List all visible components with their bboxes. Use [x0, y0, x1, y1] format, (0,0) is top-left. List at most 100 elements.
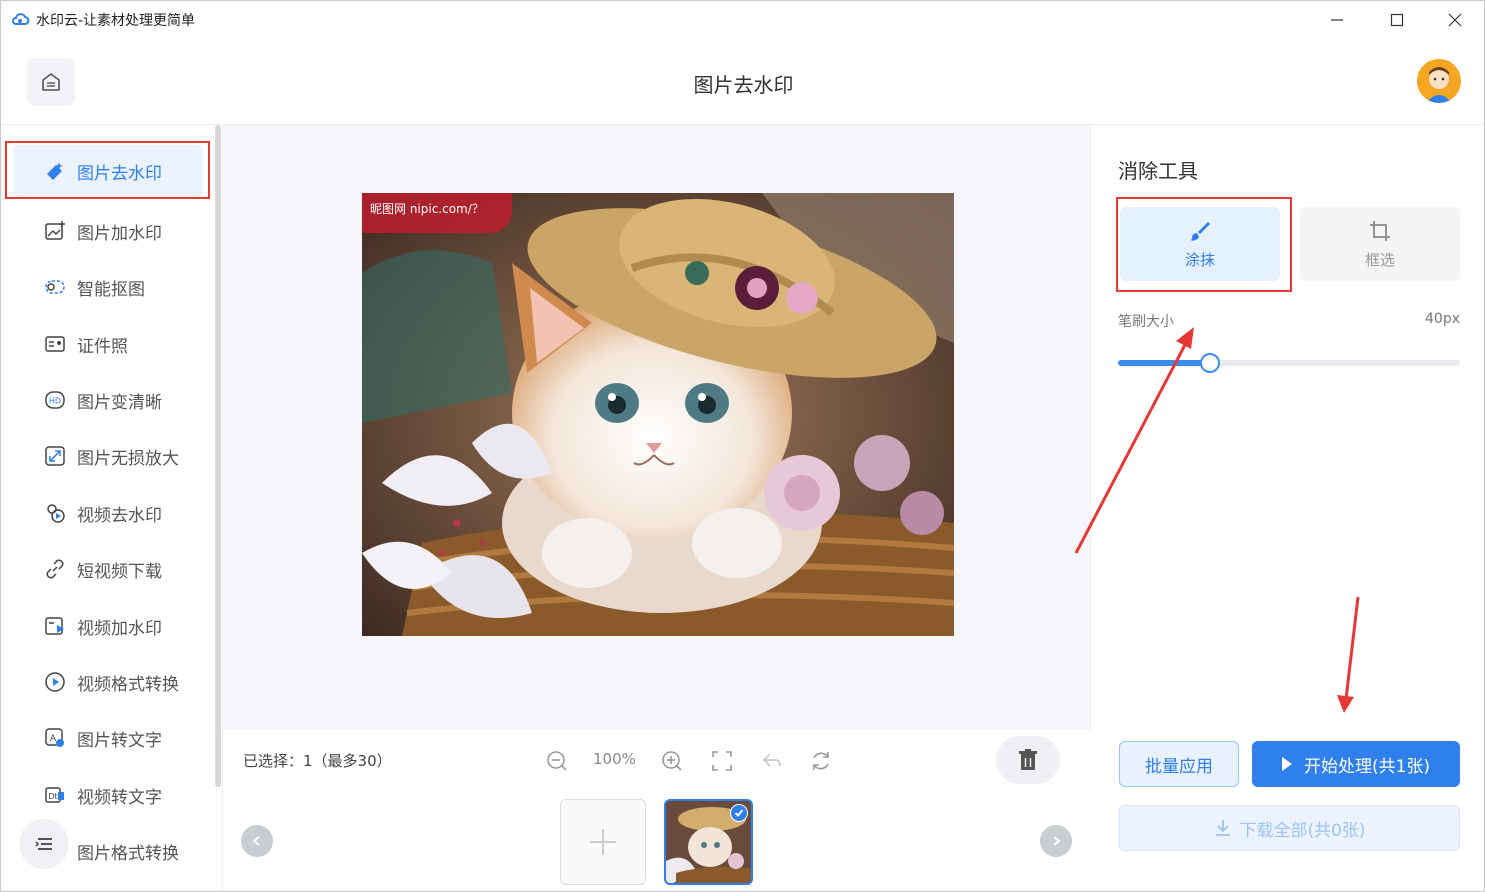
start-processing-label: 开始处理(共1张)	[1303, 756, 1431, 777]
sidebar-item-label: 图片无损放大	[77, 448, 179, 469]
brush-size-slider[interactable]	[1118, 353, 1460, 373]
canvas-toolbar: 已选择：1（最多30） 100%	[223, 730, 1092, 792]
sidebar-item-label: 图片变清晰	[77, 392, 162, 413]
collapse-menu-button[interactable]	[19, 819, 69, 869]
zoom-in-icon	[662, 751, 682, 771]
sidebar-item-label: 图片转文字	[77, 730, 162, 751]
prev-thumbnail-button[interactable]	[241, 825, 273, 857]
sidebar-item-lossless-enlarge[interactable]: 图片无损放大	[1, 428, 211, 484]
id-card-icon	[43, 332, 67, 356]
sidebar-scrollbar[interactable]	[215, 125, 221, 787]
fullscreen-icon	[712, 751, 732, 771]
chevron-right-icon	[1053, 836, 1061, 846]
trash-icon	[1019, 749, 1037, 770]
play-circle-icon	[43, 670, 67, 694]
sidebar-item-image-add-watermark[interactable]: 图片加水印	[1, 203, 211, 259]
highlight-annotation-box	[1116, 197, 1292, 292]
sidebar-item-smart-cutout[interactable]: 智能抠图	[1, 259, 211, 315]
sidebar-item-label: 短视频下载	[77, 561, 162, 582]
sidebar-item-label: 视频去水印	[77, 505, 162, 526]
sidebar-item-image-enhance[interactable]: HD 图片变清晰	[1, 372, 211, 428]
highlight-annotation-box	[5, 141, 210, 199]
fit-screen-button[interactable]	[708, 747, 736, 775]
page-title: 图片去水印	[693, 73, 794, 97]
refresh-icon	[813, 752, 829, 770]
image-canvas[interactable]: 昵图网 nipic.com/？	[223, 125, 1092, 730]
sidebar: 图片去水印 图片加水印 智能抠图 证件照 HD 图片变清晰 图片无损放大 视频去…	[1, 125, 223, 891]
sidebar-item-video-add-watermark[interactable]: 视频加水印	[1, 598, 211, 654]
undo-icon	[762, 753, 781, 767]
cutout-icon	[43, 275, 67, 299]
minimize-icon	[1331, 19, 1343, 21]
minimize-button[interactable]	[1307, 1, 1367, 39]
image-add-icon	[43, 219, 67, 243]
play-icon	[1281, 757, 1292, 771]
sidebar-item-video-remove-watermark[interactable]: 视频去水印	[1, 485, 211, 541]
selection-count: 已选择：1（最多30）	[243, 752, 392, 770]
close-button[interactable]	[1425, 1, 1484, 39]
image-thumbnail[interactable]	[664, 799, 753, 885]
sidebar-item-label: 图片加水印	[77, 223, 162, 244]
video-eraser-icon	[43, 501, 67, 525]
thumbnail-strip	[223, 792, 1092, 891]
cloud-logo-icon	[12, 13, 30, 25]
sidebar-item-video-to-text[interactable]: Dt 视频转文字	[1, 767, 211, 823]
kitten-photo[interactable]: 昵图网 nipic.com/？	[362, 193, 954, 636]
delete-button[interactable]	[996, 736, 1060, 784]
video-text-icon: Dt	[43, 783, 67, 807]
tool-box-select-button[interactable]: 框选	[1300, 207, 1460, 281]
watermark-badge: 昵图网 nipic.com/？	[362, 193, 512, 233]
sidebar-item-label: 视频加水印	[77, 618, 162, 639]
panel-title: 消除工具	[1118, 159, 1198, 183]
download-all-button[interactable]: 下载全部(共0张)	[1119, 805, 1460, 851]
menu-collapse-icon	[35, 838, 52, 850]
title-bar: 水印云-让素材处理更简单	[1, 1, 1484, 39]
zoom-in-button[interactable]	[658, 747, 686, 775]
reset-button[interactable]	[807, 747, 835, 775]
sidebar-item-image-to-text[interactable]: A 图片转文字	[1, 710, 211, 766]
plus-icon	[590, 829, 616, 855]
brush-size-value: 40px	[1425, 311, 1460, 327]
tool-box-select-label: 框选	[1364, 250, 1395, 269]
avatar[interactable]	[1417, 59, 1461, 103]
video-add-icon	[43, 614, 67, 638]
crop-icon	[1370, 220, 1390, 241]
slider-handle[interactable]	[1200, 353, 1220, 373]
undo-button[interactable]	[758, 747, 786, 775]
sidebar-item-label: 视频转文字	[77, 787, 162, 808]
chevron-left-icon	[252, 836, 260, 846]
add-image-button[interactable]	[560, 799, 646, 885]
maximize-button[interactable]	[1367, 1, 1427, 39]
close-icon	[1448, 13, 1462, 27]
app-window: 水印云-让素材处理更简单 图片去水印 图片去水印 图片加水印 智能抠图 证件照 …	[0, 0, 1485, 892]
sidebar-item-label: 智能抠图	[77, 279, 145, 300]
batch-apply-button[interactable]: 批量应用	[1119, 741, 1239, 787]
sidebar-item-label: 证件照	[77, 336, 128, 357]
download-icon	[1216, 820, 1231, 836]
slider-fill	[1118, 360, 1210, 366]
image-text-icon: A	[43, 726, 67, 750]
user-avatar-icon	[1417, 59, 1461, 103]
start-processing-button[interactable]: 开始处理(共1张)	[1252, 741, 1460, 787]
zoom-out-button[interactable]	[543, 747, 571, 775]
enlarge-icon	[43, 444, 67, 468]
sidebar-item-video-format-convert[interactable]: 视频格式转换	[1, 654, 211, 710]
brush-size-label: 笔刷大小	[1118, 314, 1174, 330]
kitten-image	[362, 193, 954, 636]
sidebar-item-label: 视频格式转换	[77, 674, 179, 695]
sidebar-item-id-photo[interactable]: 证件照	[1, 316, 211, 372]
sidebar-item-label: 图片格式转换	[77, 843, 179, 864]
download-all-label: 下载全部(共0张)	[1239, 820, 1366, 841]
tool-panel: 消除工具 涂抹 框选 笔刷大小 40px 批量应用 开始处理(共1张) 下载全部…	[1092, 125, 1484, 891]
svg-text:HD: HD	[49, 397, 61, 406]
selected-check-icon[interactable]	[730, 804, 748, 822]
svg-text:A: A	[50, 734, 57, 744]
hd-icon: HD	[43, 388, 67, 412]
svg-text:Dt: Dt	[48, 792, 57, 801]
zoom-level: 100%	[593, 750, 636, 768]
app-header: 图片去水印	[1, 39, 1484, 125]
window-title: 水印云-让素材处理更简单	[36, 13, 196, 29]
next-thumbnail-button[interactable]	[1040, 825, 1072, 857]
sidebar-item-short-video-download[interactable]: 短视频下载	[1, 541, 211, 597]
maximize-icon	[1390, 13, 1404, 27]
